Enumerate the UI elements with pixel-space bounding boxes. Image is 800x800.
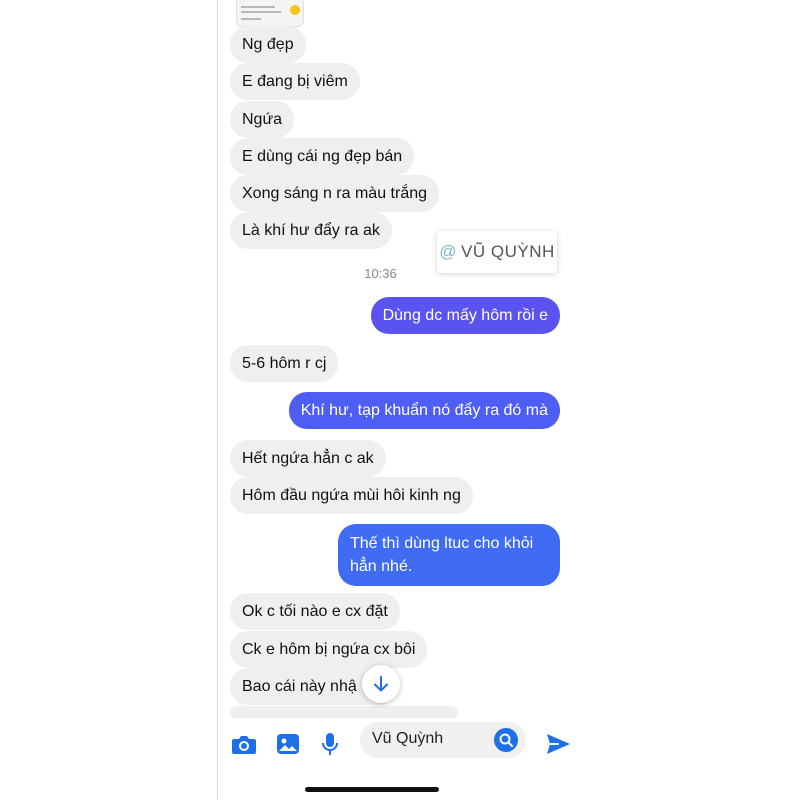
outgoing-message[interactable]: Khí hư, tạp khuẩn nó đẩy ra đó mà xyxy=(288,392,560,429)
chat-screen: Ng đẹp E đang bị viêm Ngứa E dùng cái ng… xyxy=(217,0,583,800)
outgoing-message[interactable]: Dùng dc mấy hôm rồi e xyxy=(370,297,560,334)
incoming-message[interactable]: Xong sáng n ra màu trắng xyxy=(230,175,440,212)
incoming-message[interactable]: Ck e hôm bị ngứa cx bôi xyxy=(230,631,428,668)
send-icon[interactable] xyxy=(544,730,572,758)
message-input-value: Vũ Quỳnh xyxy=(372,730,444,747)
camera-icon[interactable] xyxy=(230,730,258,758)
incoming-message[interactable]: Ok c tối nào e cx đặt xyxy=(230,593,400,630)
photo-icon[interactable] xyxy=(274,730,302,758)
incoming-message[interactable]: E dùng cái ng đẹp bán xyxy=(230,138,415,175)
arrow-down-icon xyxy=(374,676,388,692)
incoming-message[interactable]: Hết ngứa hẳn c ak xyxy=(230,440,386,477)
incoming-message[interactable]: Ngứa xyxy=(230,101,295,138)
incoming-message[interactable]: Là khí hư đẩy ra ak xyxy=(230,212,392,249)
incoming-message[interactable]: Ng đẹp xyxy=(230,26,306,63)
incoming-message[interactable]: Hôm đầu ngứa mùi hôi kinh ng xyxy=(230,477,473,514)
scroll-down-button[interactable] xyxy=(362,665,400,703)
at-icon: @ xyxy=(439,242,458,261)
home-indicator xyxy=(305,787,439,792)
outgoing-message[interactable]: Thế thì dùng ltuc cho khỏi hẳn nhé. xyxy=(338,524,560,586)
incoming-message[interactable]: E đang bị viêm xyxy=(230,63,360,100)
emoji-icon[interactable] xyxy=(494,728,518,752)
watermark-text: VŨ QUỲNH xyxy=(461,242,555,261)
incoming-message[interactable]: 5-6 hôm r cj xyxy=(230,345,339,382)
shared-image-thumbnail[interactable] xyxy=(236,0,304,27)
microphone-icon[interactable] xyxy=(316,730,344,758)
message-timestamp: 10:36 xyxy=(364,266,397,281)
composer-bar: Vũ Quỳnh xyxy=(218,718,583,770)
message-input[interactable]: Vũ Quỳnh xyxy=(360,722,526,758)
